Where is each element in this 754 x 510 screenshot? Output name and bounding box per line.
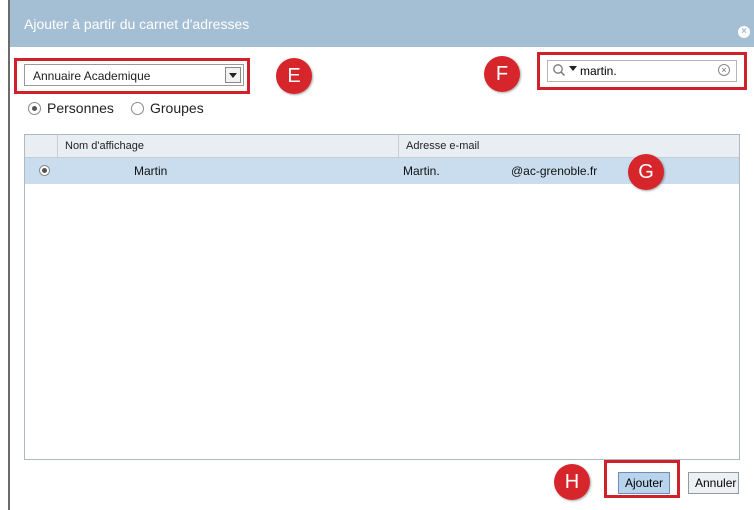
dialog-titlebar: Ajouter à partir du carnet d'adresses ×: [10, 0, 754, 47]
clear-search-icon[interactable]: ×: [718, 64, 730, 76]
dialog-title: Ajouter à partir du carnet d'adresses: [24, 16, 250, 32]
annotation-badge-g: G: [628, 154, 664, 190]
search-icon[interactable]: [552, 63, 566, 77]
radio-persons[interactable]: Personnes: [28, 100, 114, 116]
add-button[interactable]: Ajouter: [618, 472, 670, 494]
cancel-button[interactable]: Annuler: [688, 472, 739, 494]
cell-email-domain: @ac-grenoble.fr: [511, 164, 598, 178]
radio-persons-indicator[interactable]: [28, 101, 41, 115]
column-separator: [398, 135, 399, 157]
annotation-badge-e: E: [276, 58, 312, 94]
column-separator: [57, 135, 58, 157]
cell-email-user: Martin.: [403, 164, 440, 178]
table-header: Nom d'affichage Adresse e-mail: [25, 135, 739, 158]
annotation-badge-h: H: [554, 464, 590, 500]
search-options-caret-icon[interactable]: [569, 66, 577, 71]
column-header-email[interactable]: Adresse e-mail: [406, 140, 479, 152]
radio-groups[interactable]: Groupes: [131, 100, 204, 116]
radio-persons-label: Personnes: [47, 100, 114, 116]
search-box[interactable]: ×: [547, 60, 737, 82]
radio-groups-indicator[interactable]: [131, 101, 144, 115]
cell-display-name: Martin: [134, 164, 168, 178]
chevron-down-icon[interactable]: [225, 67, 241, 83]
close-icon[interactable]: ×: [738, 26, 750, 38]
column-header-display-name[interactable]: Nom d'affichage: [65, 140, 144, 152]
row-select-radio[interactable]: [39, 165, 50, 176]
annotation-badge-f: F: [484, 56, 520, 92]
directory-select[interactable]: Annuaire Academique: [24, 64, 244, 86]
search-input[interactable]: [580, 63, 710, 79]
radio-groups-label: Groupes: [150, 100, 204, 116]
directory-select-value: Annuaire Academique: [33, 69, 151, 83]
